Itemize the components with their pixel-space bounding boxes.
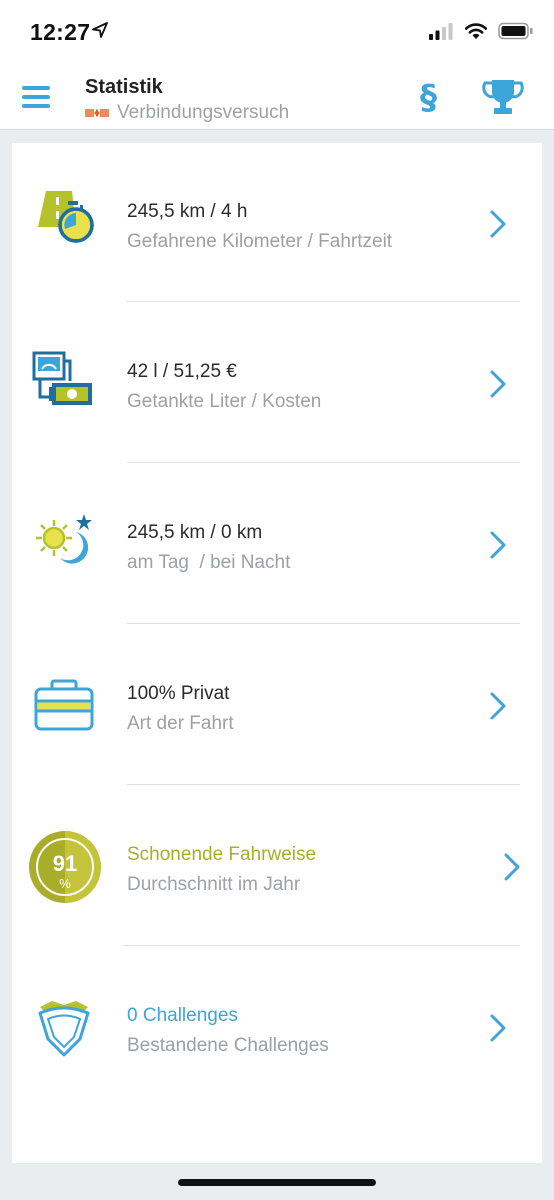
signal-icon — [429, 23, 453, 40]
menu-icon — [22, 86, 50, 90]
score-unit: % — [59, 876, 71, 891]
fuel-cost-label: Getankte Liter / Kosten — [127, 391, 322, 412]
chevron-right-icon — [490, 692, 506, 720]
chevron-right-icon — [490, 1014, 506, 1042]
menu-icon-bar — [22, 95, 50, 99]
list-item-challenges[interactable]: 0 Challenges Bestandene Challenges — [12, 947, 542, 1107]
score-badge-icon: 91 % — [29, 831, 101, 903]
day-night-label: am Tag / bei Nacht — [127, 552, 291, 573]
location-arrow-icon — [92, 22, 108, 38]
nav-bar: Statistik Verbindungsversuch § — [0, 64, 554, 130]
fuel-cost-value: 42 l / 51,25 € — [127, 361, 237, 382]
distance-time-label: Gefahrene Kilometer / Fahrtzeit — [127, 231, 393, 252]
connection-status-text: Verbindungsversuch — [117, 102, 290, 123]
day-night-value: 245,5 km / 0 km — [127, 522, 263, 543]
connection-icon — [85, 109, 109, 117]
wifi-icon — [464, 23, 488, 39]
sun-moon-icon — [36, 514, 92, 564]
trip-type-value: 100% Privat — [127, 683, 230, 704]
list-item-driving-score[interactable]: 91 % Schonende Fahrweise Durchschnitt im… — [12, 786, 542, 946]
trophy-icon[interactable] — [482, 78, 524, 118]
driving-score-label: Durchschnitt im Jahr — [127, 874, 301, 895]
list-item-day-night[interactable]: 245,5 km / 0 km am Tag / bei Nacht — [12, 464, 542, 624]
divider — [127, 623, 520, 624]
divider — [127, 462, 520, 463]
driving-score-title: Schonende Fahrweise — [127, 844, 317, 865]
distance-time-value: 245,5 km / 4 h — [127, 201, 248, 222]
statistics-list: 245,5 km / 4 h Gefahrene Kilometer / Fah… — [12, 143, 542, 1163]
menu-icon-bar — [22, 104, 50, 108]
list-item-trip-type[interactable]: 100% Privat Art der Fahrt — [12, 625, 542, 785]
divider — [127, 784, 520, 785]
legal-paragraph-button[interactable]: § — [420, 78, 437, 118]
trip-type-label: Art der Fahrt — [127, 713, 234, 734]
divider — [127, 301, 520, 302]
battery-icon — [498, 22, 533, 40]
score-value: 91 — [53, 851, 77, 876]
status-icons — [428, 22, 534, 40]
road-stopwatch-icon — [38, 191, 94, 243]
status-time: 12:27 — [30, 19, 91, 45]
page-title: Statistik — [85, 76, 163, 98]
challenges-value: 0 Challenges — [127, 1005, 238, 1026]
chevron-right-icon — [490, 370, 506, 398]
divider — [122, 945, 520, 946]
home-indicator[interactable] — [178, 1179, 376, 1186]
status-bar: 12:27 — [0, 0, 554, 64]
briefcase-icon — [34, 679, 94, 731]
list-item-fuel-cost[interactable]: 42 l / 51,25 € Getankte Liter / Kosten — [12, 303, 542, 463]
shield-icon — [38, 1001, 90, 1057]
fuel-money-icon — [32, 351, 92, 405]
list-item-distance-time[interactable]: 245,5 km / 4 h Gefahrene Kilometer / Fah… — [12, 143, 542, 303]
chevron-right-icon — [490, 210, 506, 238]
menu-button[interactable] — [22, 84, 52, 110]
connection-status: Verbindungsversuch — [85, 102, 289, 124]
chevron-right-icon — [490, 531, 506, 559]
chevron-right-icon — [504, 853, 520, 881]
challenges-label: Bestandene Challenges — [127, 1035, 329, 1056]
